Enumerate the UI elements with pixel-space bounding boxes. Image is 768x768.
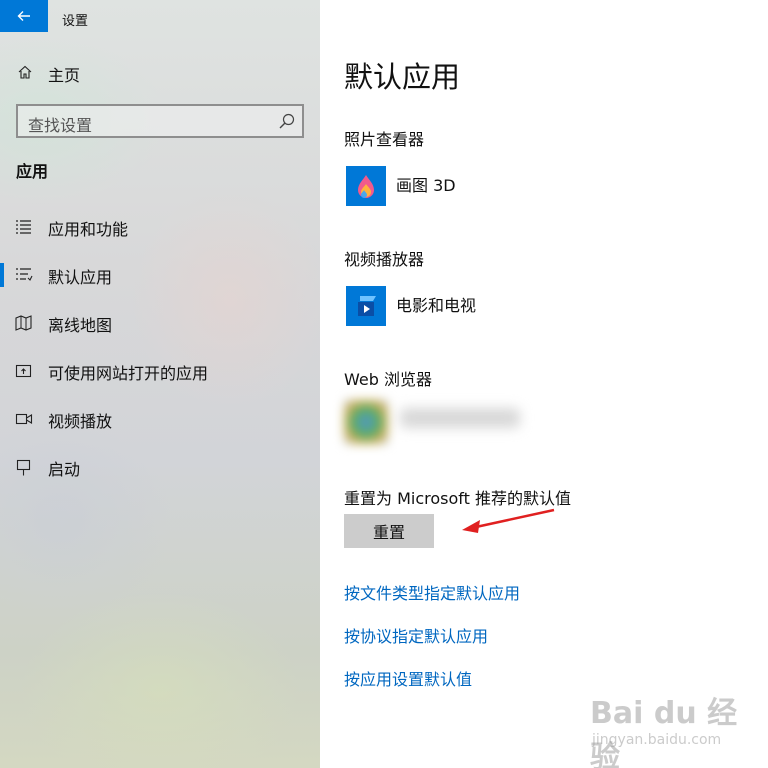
watermark-url: jingyan.baidu.com: [592, 732, 722, 748]
baidu-watermark: Bai du 经验 jingyan.baidu.com: [590, 688, 760, 768]
window-title: 设置: [62, 14, 89, 29]
nav-item-label: 默认应用: [48, 268, 113, 287]
search-input[interactable]: 查找设置: [16, 104, 304, 138]
browser-icon: [344, 400, 388, 444]
list-icon: [15, 219, 33, 239]
video-icon: [15, 411, 33, 431]
nav-item-label: 启动: [48, 460, 81, 479]
navigation-pane: 设置 主页 查找设置 应用 应用和功能 默认应用 离线地图 可使用网站打开的应用…: [0, 0, 320, 768]
default-apps-icon: [15, 267, 33, 287]
browser-name-blurred: [400, 408, 520, 428]
back-button[interactable]: [0, 0, 48, 32]
nav-item-offline-maps[interactable]: 离线地图: [0, 303, 320, 343]
paint3d-icon: [346, 166, 386, 206]
nav-item-label: 离线地图: [48, 316, 113, 335]
group-label-web-browser: Web 浏览器: [344, 370, 432, 389]
link-set-defaults-by-app[interactable]: 按应用设置默认值: [344, 666, 472, 690]
page-title: 默认应用: [344, 60, 461, 94]
nav-item-label: 视频播放: [48, 412, 113, 431]
nav-item-default-apps[interactable]: 默认应用: [0, 255, 320, 295]
annotation-arrow: [462, 508, 555, 533]
content-pane: 默认应用 照片查看器 画图 3D 视频播放器 电影和电视 Web 浏览器 重置为…: [320, 0, 768, 768]
nav-home[interactable]: 主页: [0, 56, 320, 88]
reset-button[interactable]: 重置: [344, 514, 434, 548]
photo-viewer-app-selector[interactable]: 画图 3D: [344, 166, 704, 208]
web-browser-app-selector[interactable]: [344, 398, 544, 444]
nav-item-label: 可使用网站打开的应用: [48, 364, 209, 383]
nav-section-title: 应用: [16, 162, 49, 181]
group-label-video-player: 视频播放器: [344, 250, 425, 269]
link-default-by-protocol[interactable]: 按协议指定默认应用: [344, 623, 488, 647]
selection-indicator: [0, 263, 4, 287]
nav-item-apps-for-websites[interactable]: 可使用网站打开的应用: [0, 351, 320, 391]
photo-viewer-app-name: 画图 3D: [396, 176, 456, 195]
search-placeholder: 查找设置: [28, 116, 93, 135]
home-icon: [17, 64, 33, 84]
map-icon: [15, 315, 33, 335]
nav-item-apps-features[interactable]: 应用和功能: [0, 207, 320, 247]
video-player-app-name: 电影和电视: [396, 296, 477, 315]
nav-item-startup[interactable]: 启动: [0, 447, 320, 487]
movies-tv-icon: [346, 286, 386, 326]
nav-item-label: 应用和功能: [48, 220, 129, 239]
search-icon[interactable]: [278, 112, 296, 134]
video-player-app-selector[interactable]: 电影和电视: [344, 286, 704, 328]
open-in-app-icon: [15, 363, 33, 383]
nav-item-video-playback[interactable]: 视频播放: [0, 399, 320, 439]
startup-icon: [15, 459, 33, 481]
link-default-by-file-type[interactable]: 按文件类型指定默认应用: [344, 580, 520, 604]
watermark-logo-text: Bai du 经验: [590, 696, 738, 768]
nav-home-label: 主页: [48, 66, 81, 85]
group-label-photo-viewer: 照片查看器: [344, 130, 425, 149]
back-arrow-icon: [17, 11, 30, 21]
